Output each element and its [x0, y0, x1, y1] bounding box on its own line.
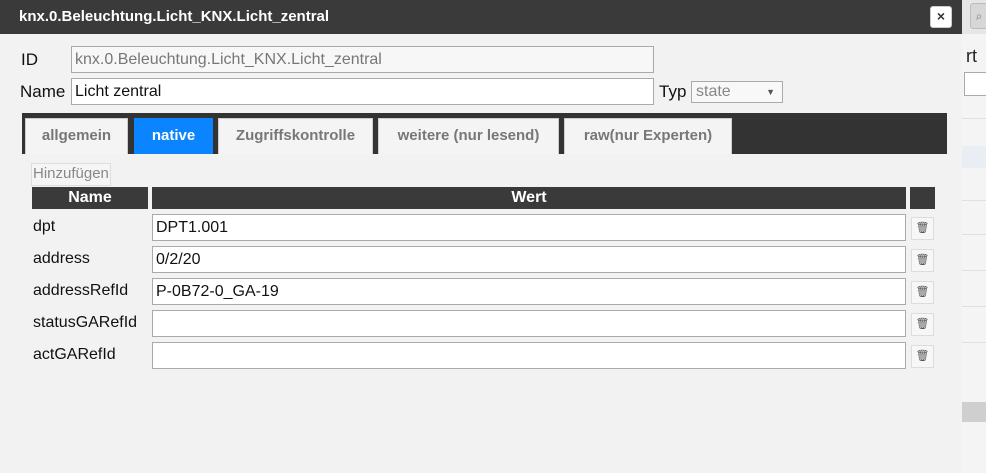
dialog-title: knx.0.Beleuchtung.Licht_KNX.Licht_zentra…: [19, 8, 330, 25]
search-icon[interactable]: ⌕: [970, 3, 986, 29]
close-button[interactable]: ×: [930, 6, 952, 28]
dialog-titlebar: knx.0.Beleuchtung.Licht_KNX.Licht_zentra…: [0, 0, 962, 34]
background-divider: [962, 234, 986, 235]
row-value-input[interactable]: DPT1.001: [152, 214, 906, 241]
background-app: ⌕ rt: [962, 0, 986, 473]
name-field[interactable]: [71, 78, 654, 105]
column-header-actions: [910, 187, 935, 209]
background-divider: [962, 342, 986, 343]
type-select[interactable]: state ▼: [691, 81, 783, 103]
background-divider: [962, 306, 986, 307]
row-name: statusGARefId: [33, 314, 138, 331]
row-value-input[interactable]: [152, 310, 906, 337]
trash-icon[interactable]: 🗑: [911, 281, 934, 304]
background-divider: [962, 200, 986, 201]
background-input[interactable]: [964, 72, 986, 96]
trash-icon[interactable]: 🗑: [911, 249, 934, 272]
row-name: dpt: [33, 218, 56, 235]
trash-icon[interactable]: 🗑: [911, 345, 934, 368]
tab-bar: allgemein native Zugriffskontrolle weite…: [22, 113, 947, 154]
add-button[interactable]: Hinzufügen: [31, 163, 111, 186]
name-label: Name: [20, 82, 66, 101]
tab-native[interactable]: native: [134, 118, 213, 154]
row-value-input[interactable]: 0/2/20: [152, 246, 906, 273]
row-name: actGARefId: [33, 346, 116, 363]
background-divider: [962, 270, 986, 271]
row-value-input[interactable]: [152, 342, 906, 369]
background-heading: rt: [966, 46, 977, 66]
id-label: ID: [21, 50, 38, 69]
chevron-down-icon: ▼: [766, 87, 775, 97]
tab-raw[interactable]: raw(nur Experten): [564, 118, 732, 154]
row-name: address: [33, 250, 90, 267]
tab-weitere[interactable]: weitere (nur lesend): [378, 118, 559, 154]
tab-allgemein[interactable]: allgemein: [25, 118, 128, 154]
background-row: [962, 146, 986, 168]
object-edit-dialog: knx.0.Beleuchtung.Licht_KNX.Licht_zentra…: [0, 0, 962, 473]
background-row: [962, 402, 986, 422]
trash-icon[interactable]: 🗑: [911, 217, 934, 240]
tab-zugriffskontrolle[interactable]: Zugriffskontrolle: [218, 118, 373, 154]
column-header-name: Name: [32, 187, 148, 209]
trash-icon[interactable]: 🗑: [911, 313, 934, 336]
background-divider: [962, 118, 986, 119]
type-label: Typ: [659, 82, 687, 101]
column-header-value: Wert: [152, 187, 906, 209]
type-select-value: state: [696, 83, 731, 100]
id-field[interactable]: [71, 46, 654, 73]
row-value-input[interactable]: P-0B72-0_GA-19: [152, 278, 906, 305]
row-name: addressRefId: [33, 282, 129, 299]
